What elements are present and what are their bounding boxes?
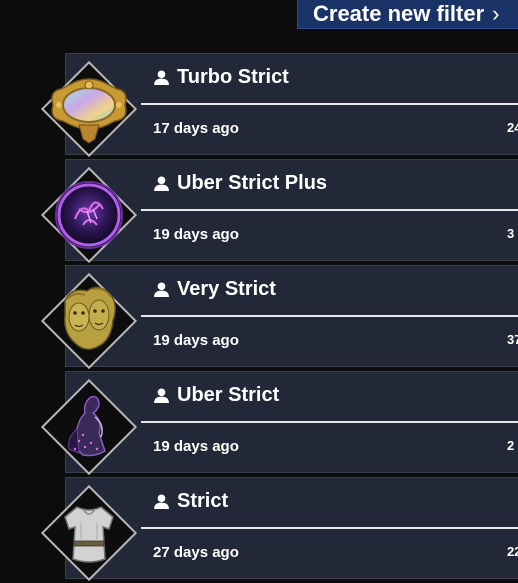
filter-row-uber-strict-plus[interactable]: Uber Strict Plus 19 days ago 3 bbox=[40, 159, 518, 264]
row-divider bbox=[141, 527, 518, 529]
row-divider bbox=[141, 209, 518, 211]
create-new-filter-label: Create new filter bbox=[313, 1, 485, 26]
filter-name: Uber Strict Plus bbox=[153, 172, 327, 195]
filter-thumbnail bbox=[39, 165, 139, 265]
filter-count: 37 bbox=[507, 332, 518, 347]
row-divider bbox=[141, 421, 518, 423]
filter-age: 19 days ago bbox=[153, 438, 239, 455]
filter-count: 22 bbox=[507, 544, 518, 559]
filter-name: Turbo Strict bbox=[153, 66, 289, 89]
filter-thumbnail bbox=[39, 271, 139, 371]
filter-count: 24 bbox=[507, 120, 518, 135]
filter-count: 2 bbox=[507, 438, 515, 453]
filter-name: Strict bbox=[153, 490, 228, 513]
filter-name: Very Strict bbox=[153, 278, 276, 301]
filter-thumbnail bbox=[39, 483, 139, 583]
dark-figure-icon bbox=[68, 395, 106, 457]
filter-thumbnail bbox=[39, 377, 139, 477]
filter-name-label: Turbo Strict bbox=[177, 66, 289, 88]
filter-name: Uber Strict bbox=[153, 384, 279, 407]
filter-age: 19 days ago bbox=[153, 332, 239, 349]
ornate-mirror-icon bbox=[51, 78, 127, 144]
filter-row-uber-strict[interactable]: Uber Strict 19 days ago 2 bbox=[40, 371, 518, 476]
user-icon bbox=[154, 176, 169, 191]
user-icon bbox=[154, 282, 169, 297]
filter-name-label: Strict bbox=[177, 490, 229, 512]
user-icon bbox=[154, 70, 169, 85]
filter-age: 27 days ago bbox=[153, 544, 239, 561]
user-icon bbox=[154, 388, 169, 403]
golden-faces-icon bbox=[63, 286, 116, 350]
user-icon bbox=[154, 494, 169, 509]
row-divider bbox=[141, 103, 518, 105]
filter-age: 19 days ago bbox=[153, 226, 239, 243]
filter-row-very-strict[interactable]: Very Strict 19 days ago 37 bbox=[40, 265, 518, 370]
filter-row-turbo-strict[interactable]: Turbo Strict 17 days ago 24 bbox=[40, 53, 518, 158]
create-new-filter-button[interactable]: Create new filter › bbox=[297, 0, 518, 29]
purple-orb-icon bbox=[55, 181, 123, 249]
filter-count: 3 bbox=[507, 226, 515, 241]
grey-tunic-icon bbox=[64, 506, 114, 563]
filter-list-page: Create new filter › Turbo Strict 17 days… bbox=[0, 0, 518, 583]
filter-name-label: Very Strict bbox=[177, 278, 276, 300]
row-divider bbox=[141, 315, 518, 317]
filter-row-strict[interactable]: Strict 27 days ago 22 bbox=[40, 477, 518, 582]
filter-thumbnail bbox=[39, 59, 139, 159]
filter-age: 17 days ago bbox=[153, 120, 239, 137]
filter-name-label: Uber Strict bbox=[177, 384, 280, 406]
chevron-right-icon: › bbox=[492, 1, 500, 26]
filter-name-label: Uber Strict Plus bbox=[177, 172, 328, 194]
